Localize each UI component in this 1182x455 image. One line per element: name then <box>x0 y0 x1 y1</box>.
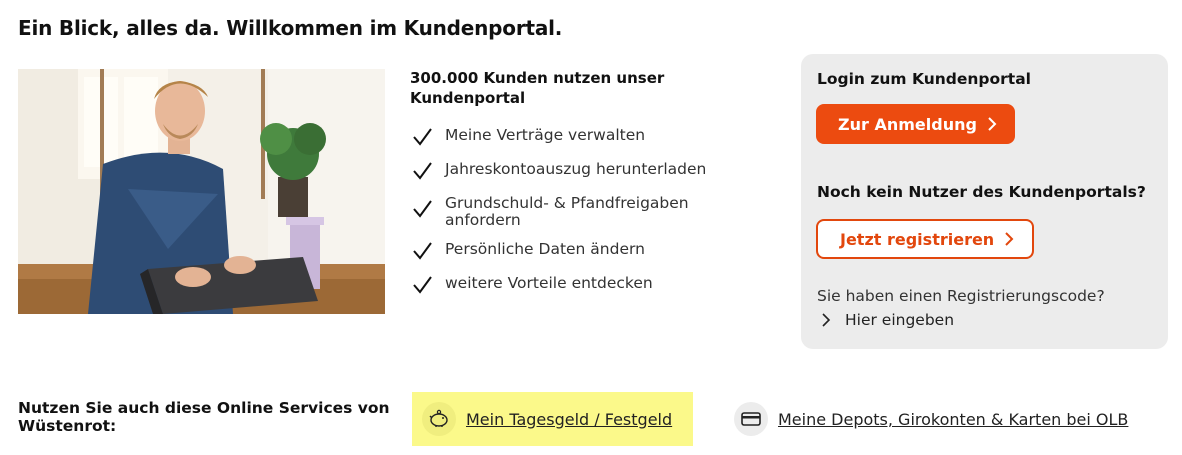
chevron-right-icon <box>1005 232 1014 246</box>
feature-text: Jahreskontoauszug herunterladen <box>445 160 707 178</box>
credit-card-icon <box>734 402 768 436</box>
feature-item: Persönliche Daten ändern <box>410 238 645 262</box>
login-button-label: Zur Anmeldung <box>838 114 977 134</box>
feature-item: Grundschuld- & Pfandfreigaben anfordern <box>410 192 730 229</box>
check-icon <box>413 276 432 294</box>
login-panel: Login zum Kundenportal Zur Anmeldung Noc… <box>801 54 1168 349</box>
feature-text: Persönliche Daten ändern <box>445 240 645 258</box>
feature-text: weitere Vorteile entdecken <box>445 274 653 292</box>
check-icon <box>413 128 432 146</box>
chevron-right-icon <box>988 117 997 131</box>
feature-item: Meine Verträge verwalten <box>410 124 645 148</box>
service-link-tagesgeld[interactable]: Mein Tagesgeld / Festgeld <box>412 392 693 446</box>
login-heading: Login zum Kundenportal <box>817 70 1031 88</box>
register-button-label: Jetzt registrieren <box>840 229 995 249</box>
service-link-label: Mein Tagesgeld / Festgeld <box>466 409 673 429</box>
services-label: Nutzen Sie auch diese Online Services vo… <box>18 399 390 435</box>
features-title: 300.000 Kunden nutzen unser Kundenportal <box>410 69 665 107</box>
feature-item: weitere Vorteile entdecken <box>410 272 653 296</box>
check-icon <box>413 162 432 180</box>
service-link-olb[interactable]: Meine Depots, Girokonten & Karten bei OL… <box>734 392 1154 446</box>
hero-image <box>18 69 385 314</box>
feature-text: Meine Verträge verwalten <box>445 126 646 144</box>
check-icon <box>413 200 432 218</box>
enter-code-link[interactable]: Hier eingeben <box>817 311 954 329</box>
registration-code-question: Sie haben einen Registrierungscode? <box>817 287 1105 305</box>
enter-code-label: Hier eingeben <box>845 311 955 329</box>
features-section: 300.000 Kunden nutzen unser Kundenportal… <box>410 68 750 294</box>
chevron-right-icon <box>822 313 831 327</box>
check-icon <box>413 242 432 260</box>
register-button[interactable]: Jetzt registrieren <box>816 219 1035 259</box>
register-heading: Noch kein Nutzer des Kundenportals? <box>817 183 1146 201</box>
page-title: Ein Blick, alles da. Willkommen im Kunde… <box>18 16 563 40</box>
login-button[interactable]: Zur Anmeldung <box>816 104 1015 144</box>
piggy-bank-icon <box>422 402 456 436</box>
feature-text: Grundschuld- & Pfandfreigaben anfordern <box>445 194 689 229</box>
feature-item: Jahreskontoauszug herunterladen <box>410 158 706 182</box>
service-link-label: Meine Depots, Girokonten & Karten bei OL… <box>778 409 1129 429</box>
